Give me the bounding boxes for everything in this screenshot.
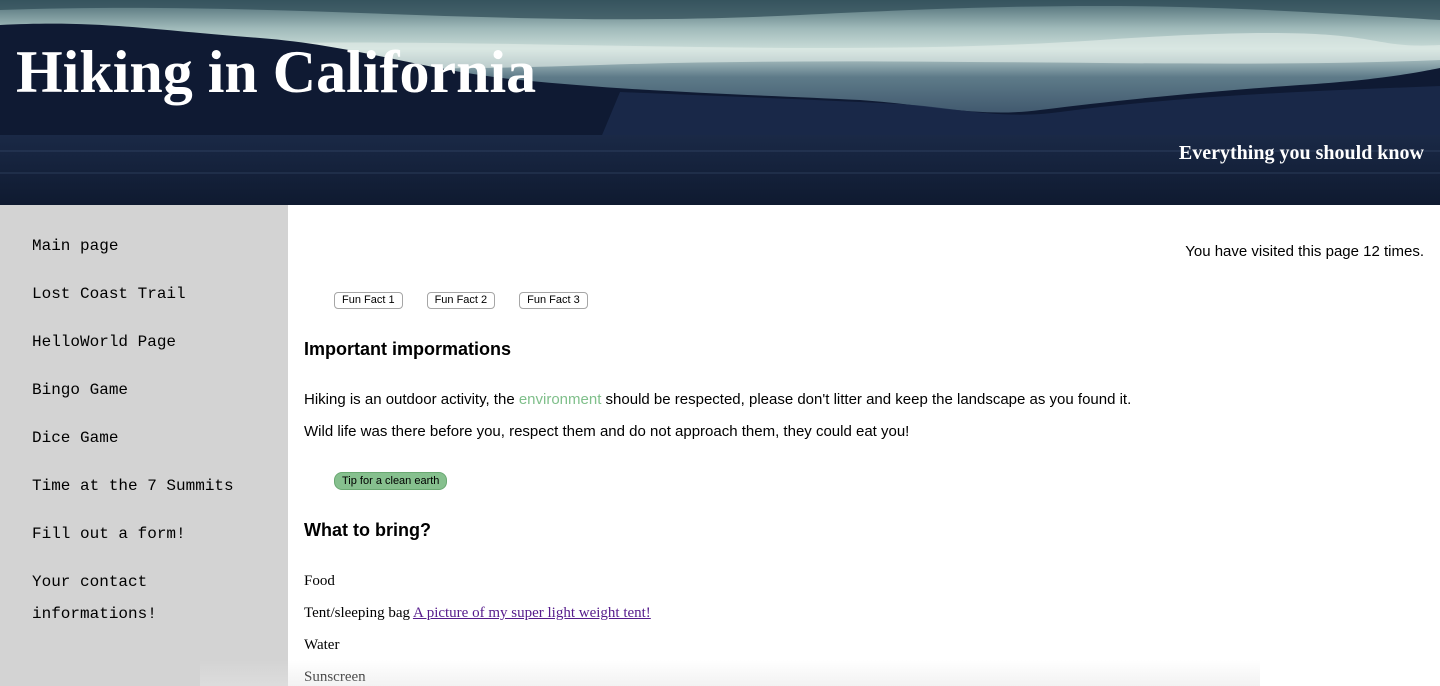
fun-fact-2-button[interactable]: Fun Fact 2	[426, 292, 496, 309]
paragraph-text: should be respected, please don't litter…	[601, 391, 1132, 408]
fun-fact-buttons: Fun Fact 1 Fun Fact 2 Fun Fact 3	[334, 292, 612, 309]
environment-highlight[interactable]: environment	[519, 391, 602, 408]
important-info-heading: Important impormations	[304, 339, 512, 359]
nav-list: Main page Lost Coast Trail HelloWorld Pa…	[0, 205, 288, 630]
list-item: Tent/sleeping bag A picture of my super …	[304, 605, 651, 622]
sidebar-item-seven-summits[interactable]: Time at the 7 Summits	[32, 470, 242, 502]
visit-counter: You have visited this page 12 times.	[1185, 243, 1424, 260]
sidebar-item-lost-coast-trail[interactable]: Lost Coast Trail	[32, 278, 242, 310]
sidebar-item-dice-game[interactable]: Dice Game	[32, 422, 242, 454]
item-text: Tent/sleeping bag	[304, 605, 413, 621]
sidebar-item-form[interactable]: Fill out a form!	[32, 518, 242, 550]
clean-earth-tip-button[interactable]: Tip for a clean earth	[334, 472, 448, 490]
sidebar-nav: Main page Lost Coast Trail HelloWorld Pa…	[0, 205, 288, 686]
sidebar-item-helloworld-page[interactable]: HelloWorld Page	[32, 326, 242, 358]
wildlife-paragraph: Wild life was there before you, respect …	[304, 423, 910, 440]
list-item: Food	[304, 573, 335, 589]
environment-paragraph: Hiking is an outdoor activity, the envir…	[304, 391, 1131, 408]
sidebar-item-bingo-game[interactable]: Bingo Game	[32, 374, 242, 406]
page-subtitle: Everything you should know	[1178, 142, 1424, 164]
main-content: You have visited this page 12 times. Fun…	[288, 205, 1440, 686]
what-to-bring-heading: What to bring?	[304, 520, 431, 540]
fun-fact-1-button[interactable]: Fun Fact 1	[334, 292, 403, 309]
page-title: Hiking in California	[16, 39, 537, 105]
list-item: Water	[304, 637, 340, 653]
header-banner: Hiking in California Everything you shou…	[0, 0, 1440, 205]
paragraph-text: Hiking is an outdoor activity, the	[304, 391, 519, 408]
fun-fact-3-button[interactable]: Fun Fact 3	[519, 292, 588, 309]
tent-picture-link[interactable]: A picture of my super light weight tent!	[413, 605, 651, 621]
list-item: Sunscreen	[304, 669, 366, 685]
sidebar-item-main-page[interactable]: Main page	[32, 230, 242, 262]
sidebar-item-contact[interactable]: Your contact informations!	[32, 566, 242, 630]
